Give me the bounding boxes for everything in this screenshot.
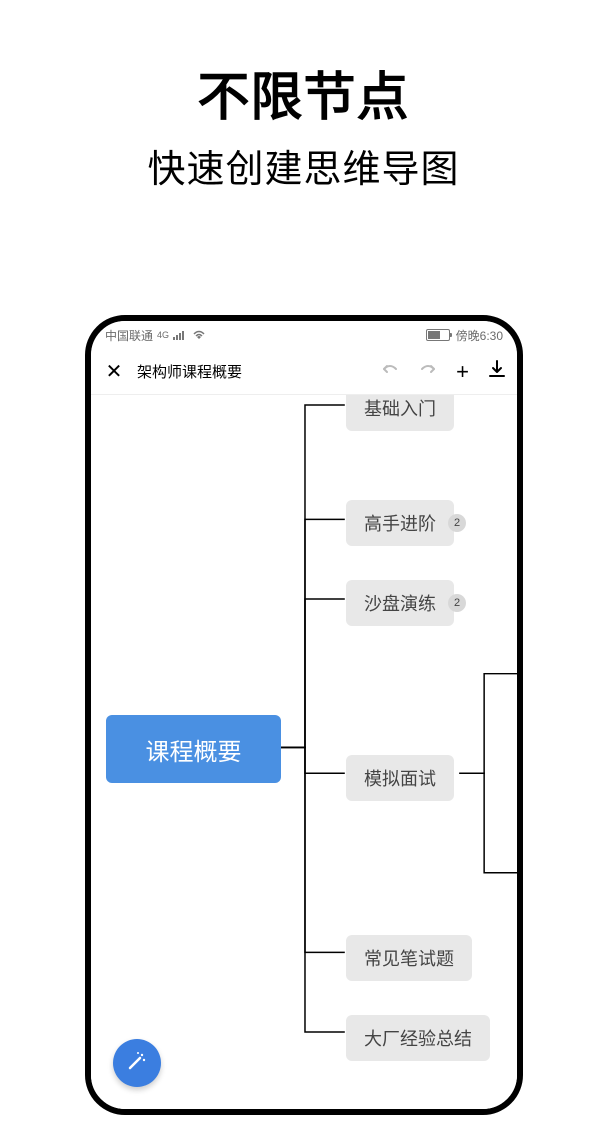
child-label: 高手进阶 xyxy=(364,514,436,534)
network-label: 4G xyxy=(157,330,169,340)
signal-icon xyxy=(173,330,187,340)
promo-subtitle: 快速创建思维导图 xyxy=(0,138,607,193)
child-node[interactable]: 大厂经验总结 xyxy=(346,1015,490,1061)
mindmap-canvas[interactable]: 课程概要 基础入门 高手进阶 2 沙盘演练 2 模拟面试 常见笔试题 大厂经验总… xyxy=(91,395,517,1109)
child-node[interactable]: 沙盘演练 2 xyxy=(346,580,454,626)
child-label: 基础入门 xyxy=(364,399,436,419)
document-title: 架构师课程概要 xyxy=(137,361,370,382)
child-label: 大厂经验总结 xyxy=(364,1029,472,1049)
add-button[interactable]: + xyxy=(456,361,469,383)
child-node[interactable]: 高手进阶 2 xyxy=(346,500,454,546)
promo-title: 不限节点 xyxy=(0,55,607,130)
phone-frame: 中国联通 4G 傍晚6:30 ✕ 架构师课程概要 xyxy=(85,315,523,1115)
child-label: 模拟面试 xyxy=(364,769,436,789)
undo-button[interactable] xyxy=(380,361,400,382)
child-node[interactable]: 常见笔试题 xyxy=(346,935,472,981)
child-node[interactable]: 基础入门 xyxy=(346,395,454,431)
child-label: 沙盘演练 xyxy=(364,594,436,614)
status-bar: 中国联通 4G 傍晚6:30 xyxy=(91,321,517,349)
toolbar: ✕ 架构师课程概要 + xyxy=(91,349,517,395)
download-button[interactable] xyxy=(487,359,507,384)
child-count-badge: 2 xyxy=(448,594,466,612)
child-count-badge: 2 xyxy=(448,514,466,532)
magic-wand-icon xyxy=(126,1050,148,1077)
child-label: 常见笔试题 xyxy=(364,949,454,969)
time-label: 傍晚6:30 xyxy=(456,327,503,344)
child-node[interactable]: 模拟面试 xyxy=(346,755,454,801)
close-button[interactable]: ✕ xyxy=(101,359,127,384)
redo-button[interactable] xyxy=(418,361,438,382)
carrier-label: 中国联通 xyxy=(105,327,153,344)
wifi-icon xyxy=(191,329,207,341)
root-node[interactable]: 课程概要 xyxy=(106,715,281,783)
battery-icon xyxy=(426,329,450,341)
